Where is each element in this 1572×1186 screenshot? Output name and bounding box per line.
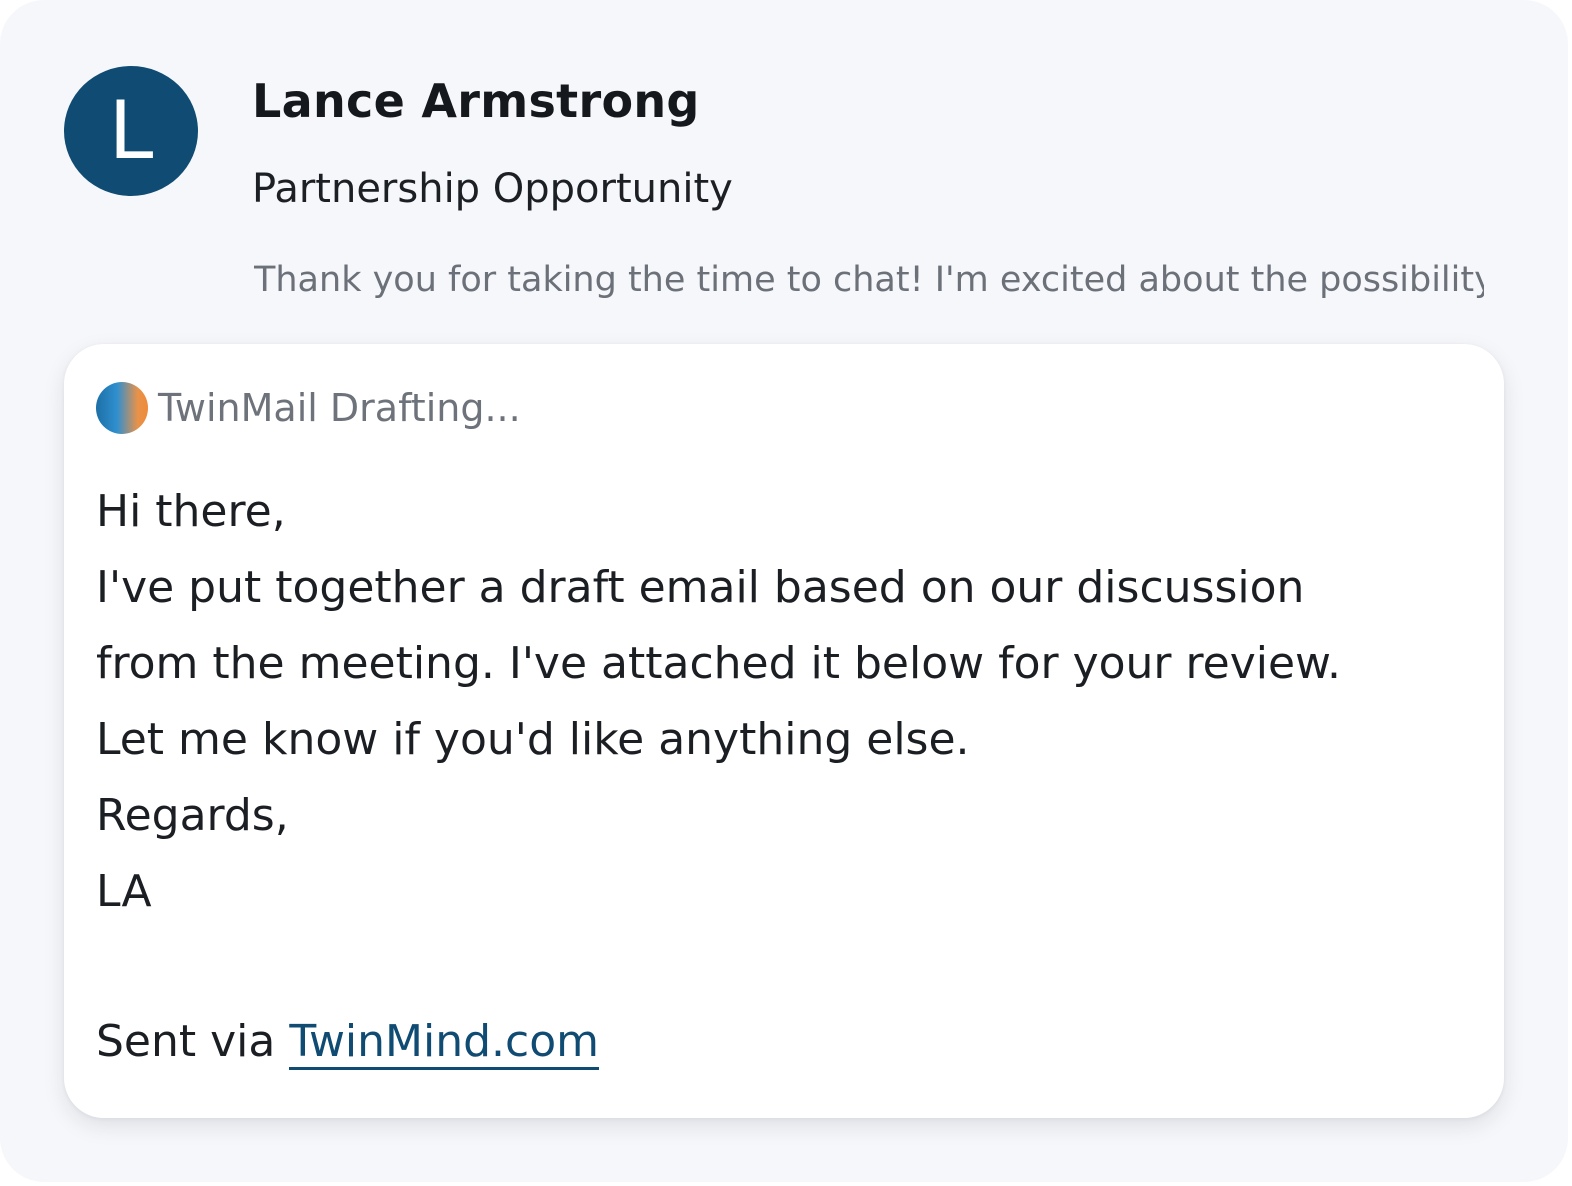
twinmind-link[interactable]: TwinMind.com <box>289 1016 599 1070</box>
draft-line: Let me know if you'd like anything else. <box>96 714 970 765</box>
draft-body: Hi there, I've put together a draft emai… <box>96 474 1476 930</box>
email-preview-panel: L Lance Armstrong Partnership Opportunit… <box>0 0 1568 1182</box>
draft-status-label: TwinMail Drafting... <box>158 386 521 430</box>
draft-card: TwinMail Drafting... Hi there, I've put … <box>64 344 1504 1118</box>
draft-line: LA <box>96 866 152 917</box>
email-subject: Partnership Opportunity <box>252 166 733 212</box>
avatar-initial: L <box>108 84 154 177</box>
draft-line: Regards, <box>96 790 289 841</box>
gradient-dot-icon <box>96 382 148 434</box>
sender-name: Lance Armstrong <box>252 74 700 128</box>
draft-status: TwinMail Drafting... <box>96 382 521 434</box>
draft-line: from the meeting. I've attached it below… <box>96 638 1341 689</box>
draft-line: Hi there, <box>96 486 286 537</box>
draft-footer: Sent via TwinMind.com <box>96 1006 599 1078</box>
email-snippet: Thank you for taking the time to chat! I… <box>254 260 1484 300</box>
avatar: L <box>64 66 198 196</box>
footer-prefix: Sent via <box>96 1016 290 1067</box>
draft-line: I've put together a draft email based on… <box>96 562 1305 613</box>
